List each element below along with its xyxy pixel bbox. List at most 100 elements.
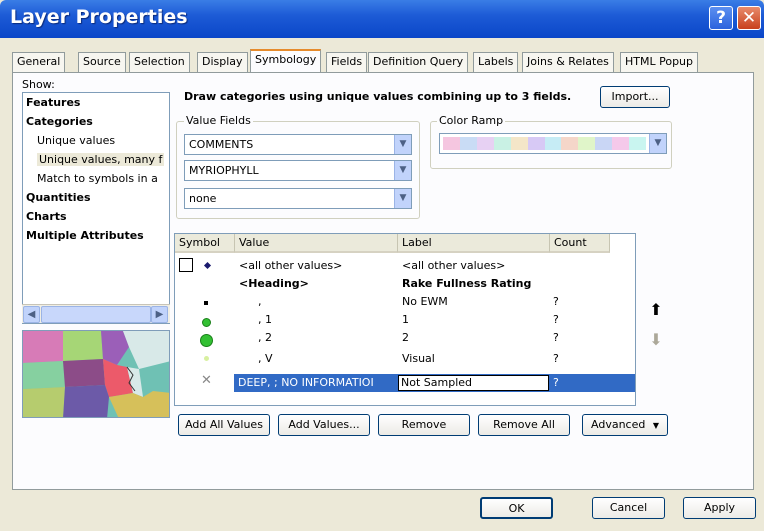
title-bar: Layer Properties ? ✕ <box>0 0 764 38</box>
map-preview-image <box>22 330 170 418</box>
color-ramp-segment <box>629 137 647 150</box>
table-row-label[interactable]: 1 <box>402 313 409 326</box>
label-edit-field[interactable]: Not Sampled <box>398 375 549 391</box>
table-heading-label[interactable]: Rake Fullness Rating <box>402 277 531 290</box>
value-field-2-select[interactable]: MYRIOPHYLL ▼ <box>184 160 412 181</box>
color-ramp-segment <box>493 137 511 150</box>
value-field-2-value: MYRIOPHYLL <box>189 164 259 177</box>
chevron-down-icon[interactable]: ▼ <box>394 189 411 208</box>
color-ramp-segment <box>561 137 579 150</box>
advanced-menu-button[interactable]: Advanced ▼ <box>582 414 668 436</box>
chevron-down-icon[interactable]: ▼ <box>394 135 411 154</box>
table-row-value: , 2 <box>258 331 272 344</box>
tab-general[interactable]: General <box>12 52 66 72</box>
column-header-label[interactable]: Label <box>398 234 550 253</box>
color-ramp-swatch <box>443 137 647 150</box>
cancel-button[interactable]: Cancel <box>592 497 665 519</box>
add-values-button[interactable]: Add Values... <box>278 414 370 436</box>
table-row-value: <all other values> <box>239 259 343 272</box>
layer-properties-dialog: Layer Properties ? ✕ General Source Sele… <box>0 0 764 531</box>
column-header-count[interactable]: Count <box>550 234 610 253</box>
table-row-label[interactable]: No EWM <box>402 295 448 308</box>
color-ramp-select[interactable]: ▼ <box>439 133 667 154</box>
table-row-value: , V <box>258 352 273 365</box>
color-ramp-segment <box>527 137 545 150</box>
show-item-quantities[interactable]: Quantities <box>26 191 91 204</box>
color-ramp-segment <box>544 137 562 150</box>
point-symbol-icon <box>204 301 208 305</box>
table-row-label: <all other values> <box>402 259 506 272</box>
scroll-thumb[interactable] <box>41 306 151 323</box>
cross-symbol-icon: ✕ <box>201 373 212 388</box>
value-fields-label: Value Fields <box>184 114 253 127</box>
show-item-unique-values[interactable]: Unique values <box>37 134 115 147</box>
table-row-value: , 1 <box>258 313 272 326</box>
window-title: Layer Properties <box>10 6 188 28</box>
remove-all-button[interactable]: Remove All <box>478 414 570 436</box>
point-symbol-icon <box>203 261 212 270</box>
color-ramp-segment <box>595 137 613 150</box>
tab-labels[interactable]: Labels <box>473 52 519 72</box>
value-field-3-value: none <box>189 192 217 205</box>
all-other-values-checkbox[interactable] <box>179 258 193 272</box>
scroll-right-icon[interactable]: ▶ <box>151 306 168 323</box>
circle-symbol-icon <box>202 318 211 327</box>
tab-symbology[interactable]: Symbology <box>250 49 322 72</box>
chevron-down-icon[interactable]: ▼ <box>649 134 666 153</box>
show-item-features[interactable]: Features <box>26 96 80 109</box>
color-ramp-segment <box>578 137 596 150</box>
value-field-1-value: COMMENTS <box>189 138 254 151</box>
chevron-down-icon[interactable]: ▼ <box>394 161 411 180</box>
show-tree[interactable]: Features Categories Unique values Unique… <box>22 92 170 324</box>
move-down-icon[interactable]: ⬇ <box>646 330 666 352</box>
tab-joins-relates[interactable]: Joins & Relates <box>522 52 614 72</box>
show-item-multiple-attributes[interactable]: Multiple Attributes <box>26 229 144 242</box>
table-row-count: ? <box>553 313 559 326</box>
help-button[interactable]: ? <box>709 6 733 30</box>
table-row-count: ? <box>553 352 559 365</box>
ok-button[interactable]: OK <box>480 497 553 519</box>
show-item-unique-values-many[interactable]: Unique values, many f <box>37 153 165 166</box>
import-button[interactable]: Import... <box>600 86 670 108</box>
show-label: Show: <box>22 78 55 91</box>
color-ramp-segment <box>476 137 494 150</box>
renderer-description: Draw categories using unique values comb… <box>184 90 572 103</box>
color-ramp-segment <box>612 137 630 150</box>
move-up-icon[interactable]: ⬆ <box>646 300 666 322</box>
circle-symbol-icon <box>204 356 209 361</box>
tab-html-popup[interactable]: HTML Popup <box>620 52 699 72</box>
table-row-count: ? <box>553 295 559 308</box>
add-all-values-button[interactable]: Add All Values <box>178 414 270 436</box>
tab-definition-query[interactable]: Definition Query <box>368 52 469 72</box>
table-row-value: , <box>258 295 262 308</box>
column-header-value[interactable]: Value <box>235 234 398 253</box>
value-field-1-select[interactable]: COMMENTS ▼ <box>184 134 412 155</box>
color-ramp-segment <box>459 137 477 150</box>
show-item-charts[interactable]: Charts <box>26 210 67 223</box>
tab-fields[interactable]: Fields <box>326 52 368 72</box>
table-row-count: ? <box>553 331 559 344</box>
table-row-count: ? <box>553 376 559 389</box>
circle-symbol-icon <box>200 334 213 347</box>
tab-selection[interactable]: Selection <box>129 52 190 72</box>
apply-button[interactable]: Apply <box>683 497 756 519</box>
dropdown-arrow-icon: ▼ <box>652 421 659 430</box>
value-field-3-select[interactable]: none ▼ <box>184 188 412 209</box>
close-button[interactable]: ✕ <box>737 6 761 30</box>
tab-source[interactable]: Source <box>78 52 126 72</box>
table-row-label[interactable]: 2 <box>402 331 409 344</box>
advanced-label: Advanced <box>591 418 646 431</box>
color-ramp-label: Color Ramp <box>437 114 506 127</box>
symbol-value-table[interactable]: Symbol Value Label Count <all other valu… <box>174 233 636 406</box>
scroll-left-icon[interactable]: ◀ <box>23 306 40 323</box>
table-heading-value: <Heading> <box>239 277 309 290</box>
show-item-categories[interactable]: Categories <box>26 115 93 128</box>
show-horizontal-scrollbar[interactable]: ◀ ▶ <box>22 304 170 323</box>
column-header-symbol[interactable]: Symbol <box>175 234 235 253</box>
tab-display[interactable]: Display <box>197 52 248 72</box>
show-item-match-symbols[interactable]: Match to symbols in a <box>37 172 158 185</box>
remove-button[interactable]: Remove <box>378 414 470 436</box>
color-ramp-segment <box>510 137 528 150</box>
table-row-label[interactable]: Visual <box>402 352 435 365</box>
table-row-value: DEEP, ; NO INFORMATIOI <box>238 376 374 389</box>
